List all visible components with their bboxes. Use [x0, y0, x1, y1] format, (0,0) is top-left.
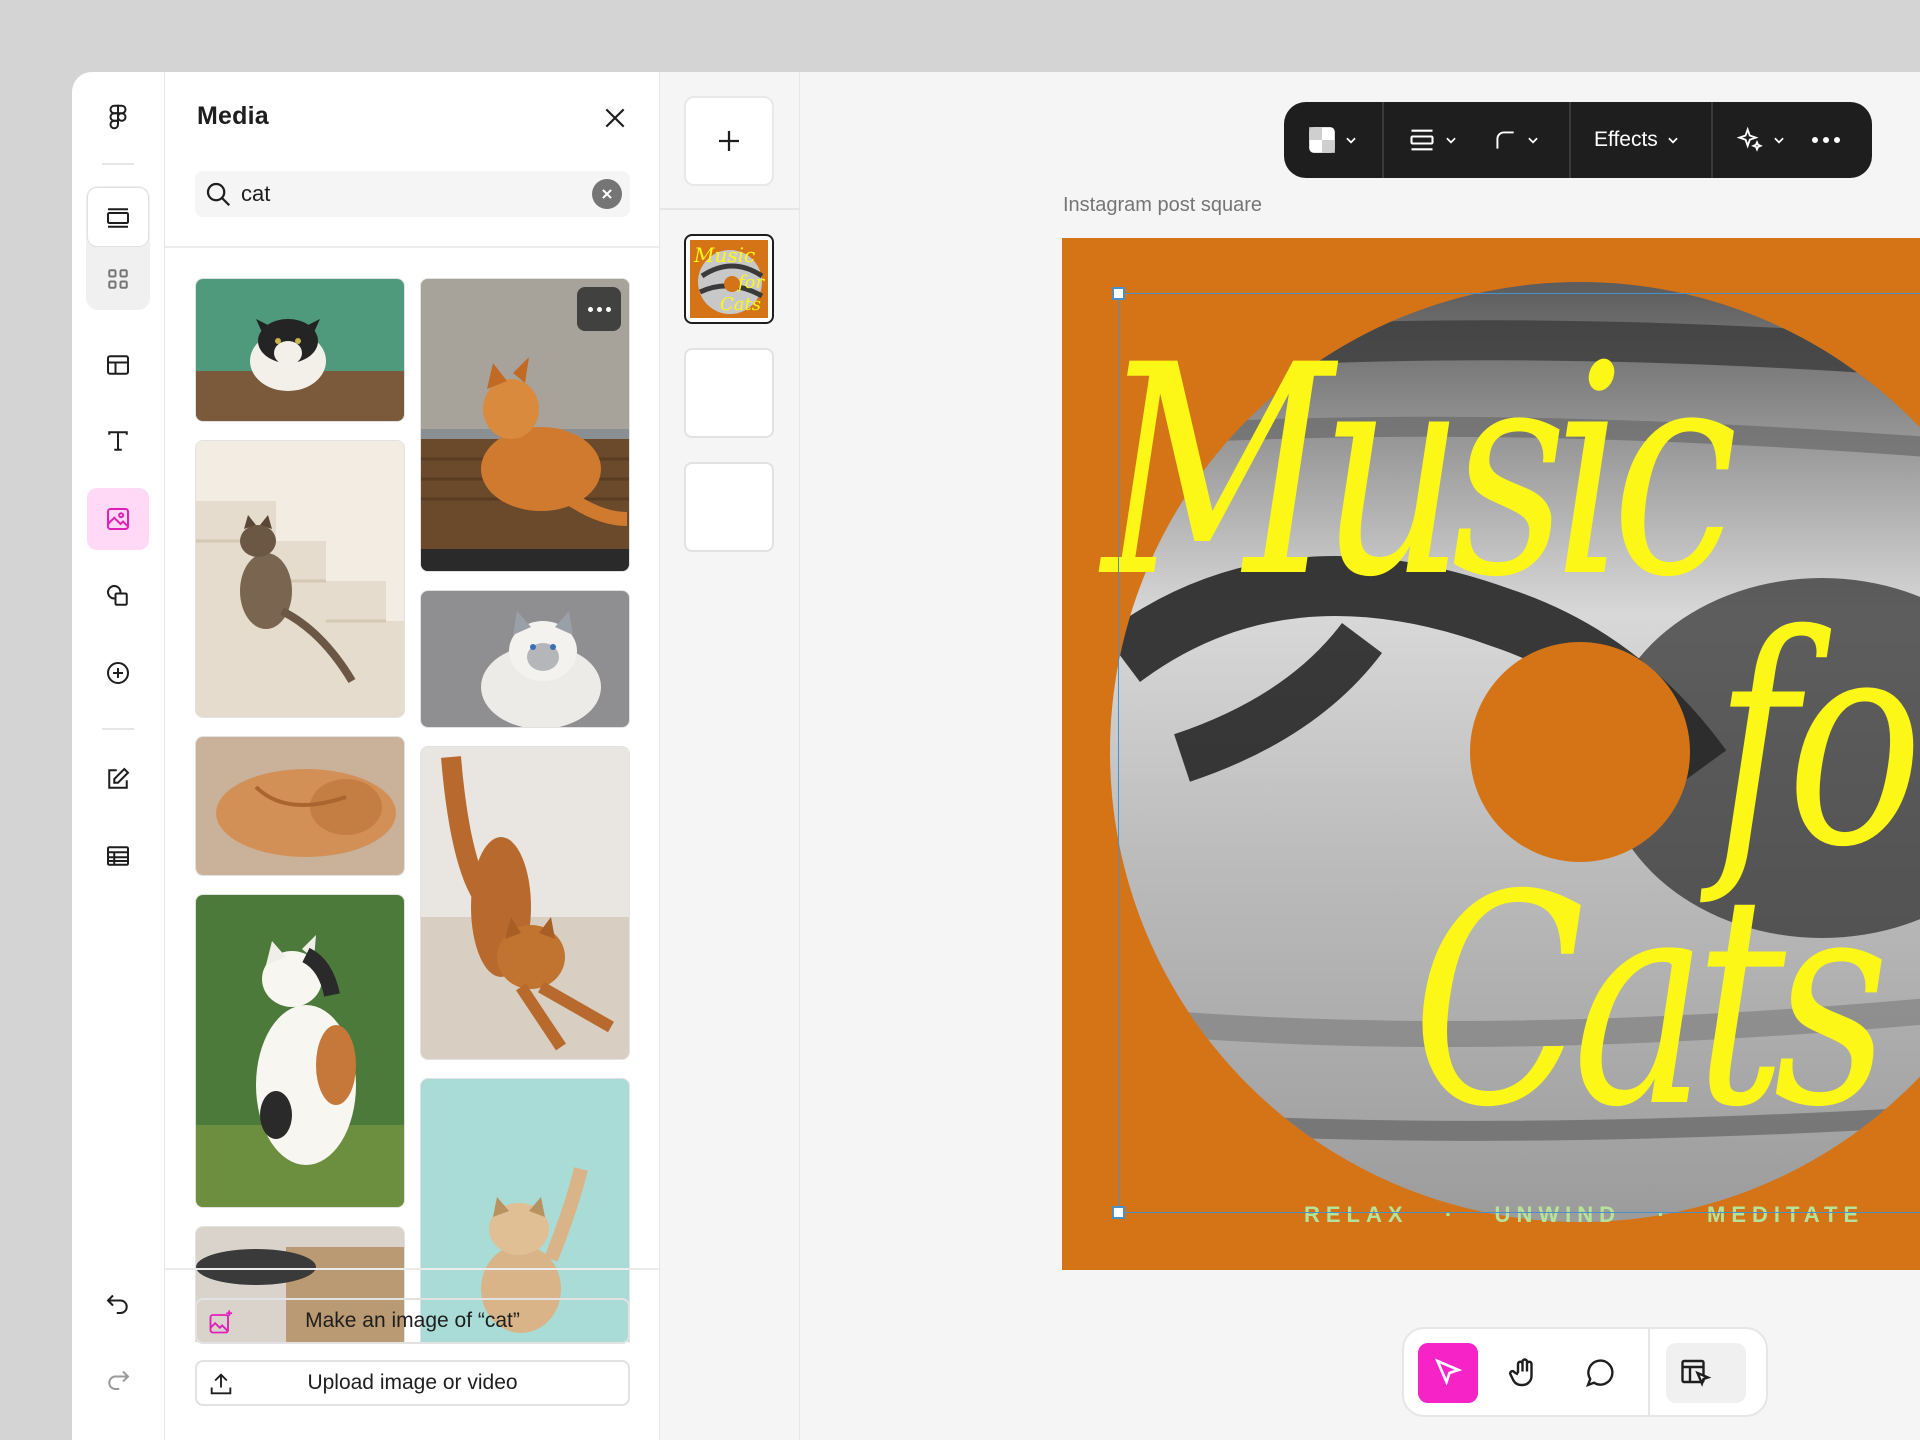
cat-photo-image [196, 279, 404, 421]
cat-photo-image [196, 441, 404, 717]
comment-icon [1585, 1359, 1614, 1388]
bottom-tool-bar [1402, 1327, 1768, 1417]
ai-image-icon [209, 1310, 233, 1334]
cat-photo-image [196, 737, 404, 875]
toolbar-divider [1569, 102, 1571, 178]
toolbar-divider [1382, 102, 1384, 178]
page-thumbnail[interactable] [684, 462, 774, 552]
search-icon [206, 182, 231, 207]
more-options-button[interactable] [1812, 102, 1840, 178]
media-results-grid [195, 278, 632, 1342]
artboard[interactable]: Music for Cats RELAX · UNWIND · MEDITATE [1062, 238, 1920, 1270]
media-thumbnail[interactable] [195, 736, 405, 876]
grid-icon[interactable] [87, 248, 149, 310]
select-tool-button[interactable] [1418, 1343, 1478, 1403]
tool-divider [1648, 1329, 1650, 1415]
page-thumbnail[interactable] [684, 348, 774, 438]
effects-dropdown[interactable]: Effects [1594, 102, 1680, 178]
figma-logo-icon[interactable] [87, 86, 149, 148]
pages-strip: Music for Cats [660, 72, 800, 1440]
stroke-dropdown[interactable] [1408, 102, 1458, 178]
clear-search-button[interactable] [592, 179, 622, 209]
media-thumbnail[interactable] [420, 278, 630, 572]
chevron-down-icon [1774, 137, 1784, 144]
comment-tool-button[interactable] [1570, 1343, 1630, 1403]
media-thumbnail[interactable] [195, 278, 405, 422]
layers-icon[interactable] [87, 187, 149, 249]
selection-handle[interactable] [1112, 287, 1125, 300]
edit-icon[interactable] [87, 748, 149, 810]
make-image-button[interactable]: Make an image of “cat” [195, 1298, 630, 1344]
hand-tool-button[interactable] [1494, 1343, 1554, 1403]
media-panel: Media cat Make an image of “cat” Upload … [165, 72, 660, 1440]
image-icon[interactable] [87, 488, 149, 550]
sparkle-icon [1736, 126, 1763, 152]
upload-button[interactable]: Upload image or video [195, 1360, 630, 1406]
chevron-down-icon [1528, 137, 1538, 144]
make-image-label: Make an image of “cat” [305, 1309, 520, 1332]
pages-header [660, 72, 799, 210]
cat-photo-image [421, 747, 629, 1059]
chevron-down-icon [1346, 137, 1356, 144]
stroke-icon [1410, 129, 1434, 151]
left-rail [72, 72, 165, 1440]
media-thumbnail[interactable] [420, 590, 630, 728]
close-panel-button[interactable] [597, 100, 633, 136]
media-thumbnail[interactable] [420, 746, 630, 1060]
layout-icon[interactable] [87, 334, 149, 396]
shapes-icon[interactable] [87, 565, 149, 627]
clear-icon [602, 189, 612, 199]
close-icon [605, 108, 625, 128]
app-window: Media cat Make an image of “cat” Upload … [72, 72, 1920, 1440]
upload-label: Upload image or video [307, 1371, 518, 1394]
cat-photo-image [196, 895, 404, 1207]
panel-divider [165, 1268, 659, 1270]
corner-radius-dropdown[interactable] [1492, 102, 1540, 178]
add-circle-icon[interactable] [87, 642, 149, 704]
upload-icon [210, 1373, 232, 1395]
toolbar-divider [1711, 102, 1713, 178]
svg-text:Cats: Cats [720, 294, 761, 315]
table-icon[interactable] [87, 825, 149, 887]
chevron-down-icon [1668, 137, 1678, 144]
fill-swatch-icon [1309, 127, 1335, 153]
table-select-icon [1681, 1359, 1712, 1387]
thumbnail-more-button[interactable] [577, 287, 621, 331]
page-preview-image: Music for Cats [690, 240, 768, 318]
add-page-button[interactable] [684, 96, 774, 186]
chevron-down-icon [1446, 137, 1456, 144]
panel-title: Media [197, 102, 269, 130]
text-icon[interactable] [87, 410, 149, 472]
floating-toolbar: Effects [1284, 102, 1872, 178]
media-thumbnail[interactable] [195, 894, 405, 1208]
frame-label[interactable]: Instagram post square [1063, 194, 1262, 217]
pointer-icon [1434, 1358, 1463, 1386]
more-icon [1812, 137, 1840, 143]
redo-icon[interactable] [87, 1348, 149, 1410]
plus-icon [719, 131, 739, 151]
ai-tools-dropdown[interactable] [1736, 102, 1786, 178]
page-thumbnail[interactable]: Music for Cats [684, 234, 774, 324]
svg-text:Music: Music [693, 243, 755, 267]
search-input[interactable] [241, 171, 571, 217]
media-thumbnail[interactable] [195, 440, 405, 718]
hand-icon [1509, 1358, 1533, 1387]
fill-dropdown[interactable] [1308, 102, 1358, 178]
rail-divider [102, 163, 134, 165]
effects-label: Effects [1594, 128, 1658, 151]
dev-mode-button[interactable] [1666, 1343, 1746, 1403]
selection-handle[interactable] [1112, 1206, 1125, 1219]
corner-radius-icon [1496, 131, 1514, 149]
undo-icon[interactable] [87, 1272, 149, 1334]
cat-photo-image [421, 591, 629, 727]
selection-box[interactable] [1118, 293, 1920, 1213]
rail-divider [102, 728, 134, 730]
svg-text:for: for [736, 272, 765, 293]
search-box [195, 171, 630, 217]
panel-divider [165, 246, 659, 248]
